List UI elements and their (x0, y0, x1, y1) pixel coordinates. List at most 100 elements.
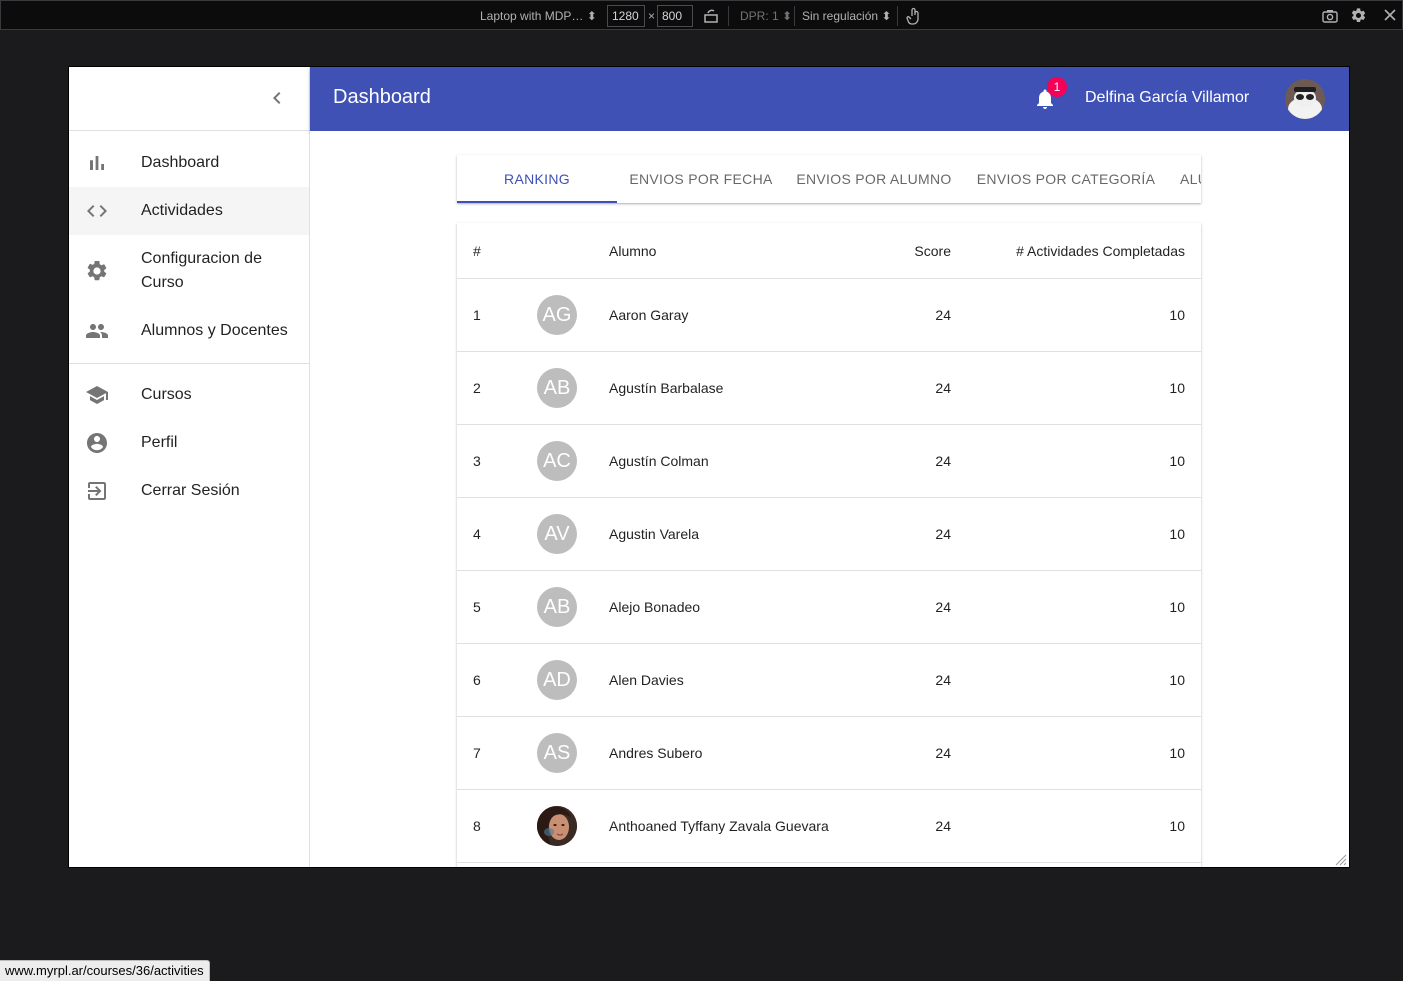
people-icon (85, 319, 109, 343)
table-row[interactable]: 5 AB Alejo Bonadeo 24 10 (457, 571, 1201, 644)
viewport-resize-handle[interactable] (1335, 853, 1347, 866)
rank-cell: 4 (473, 526, 481, 542)
close-icon[interactable] (1382, 7, 1398, 23)
sidebar-item-label: Cursos (141, 386, 192, 403)
table-row[interactable]: 8 Anthoaned Tyffany Zavala Guevara 24 10 (457, 790, 1201, 863)
score-cell: 24 (935, 818, 951, 834)
tab-envios-por-categoria[interactable]: ENVIOS POR CATEGORÍA (963, 155, 1169, 203)
rotate-icon[interactable] (704, 7, 718, 23)
tab-alumnos-truncated[interactable]: ALU (1180, 155, 1201, 203)
student-avatar: AB (537, 587, 577, 627)
sidebar-item-actividades[interactable]: Actividades (69, 187, 309, 235)
student-name-cell: Andres Subero (609, 745, 703, 761)
graduation-cap-icon (85, 383, 109, 407)
dimension-separator: × (648, 9, 656, 23)
code-icon (85, 199, 109, 223)
sidebar-item-label: Actividades (141, 202, 223, 219)
sidebar-secondary-nav: Cursos Perfil Cerrar Sesión (69, 364, 309, 515)
sidebar-item-perfil[interactable]: Perfil (69, 419, 309, 467)
viewport-height-input[interactable]: 800 (657, 5, 693, 27)
throttling-selector[interactable]: Sin regulación ⬍ (802, 8, 891, 24)
toolbar-divider (794, 6, 795, 26)
gear-icon (85, 259, 109, 283)
sidebar-header (69, 67, 309, 131)
user-avatar[interactable] (1285, 79, 1325, 119)
rank-cell: 8 (473, 818, 481, 834)
table-row[interactable]: 6 AD Alen Davies 24 10 (457, 644, 1201, 717)
activities-cell: 10 (1169, 380, 1185, 396)
table-row[interactable]: 7 AS Andres Subero 24 10 (457, 717, 1201, 790)
score-cell: 24 (935, 307, 951, 323)
column-header-actividades[interactable]: # Actividades Completadas (1016, 241, 1185, 261)
student-name-cell: Agustín Barbalase (609, 380, 724, 396)
table-row[interactable]: 1 AG Aaron Garay 24 10 (457, 279, 1201, 352)
logout-icon (85, 479, 109, 503)
student-avatar: AS (537, 733, 577, 773)
devtools-toolbar: Laptop with MDP… ⬍ 1280 × 800 DPR: 1 ⬍ S… (0, 0, 1403, 30)
student-avatar: AB (537, 368, 577, 408)
score-cell: 24 (935, 453, 951, 469)
score-cell: 24 (935, 745, 951, 761)
sidebar-drawer: Dashboard Actividades Configuracion de C… (69, 67, 310, 867)
rank-cell: 2 (473, 380, 481, 396)
screenshot-icon[interactable] (1322, 8, 1338, 24)
student-name-cell: Alen Davies (609, 672, 684, 688)
column-header-alumno[interactable]: Alumno (609, 241, 656, 261)
rank-cell: 6 (473, 672, 481, 688)
sidebar-item-configuracion[interactable]: Configuracion de Curso (69, 235, 309, 307)
account-circle-icon (85, 431, 109, 455)
status-bar-url: www.myrpl.ar/courses/36/activities (0, 960, 210, 981)
dpr-selector[interactable]: DPR: 1 ⬍ (740, 8, 792, 24)
sidebar-item-alumnos-docentes[interactable]: Alumnos y Docentes (69, 307, 309, 355)
tab-envios-por-fecha[interactable]: ENVIOS POR FECHA (617, 155, 785, 203)
student-avatar: AC (537, 441, 577, 481)
table-row[interactable]: 4 AV Agustin Varela 24 10 (457, 498, 1201, 571)
column-header-score[interactable]: Score (914, 241, 951, 261)
activities-cell: 10 (1169, 307, 1185, 323)
table-row[interactable]: 3 AC Agustín Colman 24 10 (457, 425, 1201, 498)
toolbar-divider (728, 6, 729, 26)
student-name-cell: Alejo Bonadeo (609, 599, 701, 615)
tab-ranking[interactable]: RANKING (457, 155, 617, 203)
device-selector[interactable]: Laptop with MDP… ⬍ (480, 8, 597, 24)
activities-cell: 10 (1169, 599, 1185, 615)
rank-cell: 1 (473, 307, 481, 323)
user-name[interactable]: Delfina García Villamor (1085, 88, 1249, 108)
student-name-cell: Aaron Garay (609, 307, 689, 323)
score-cell: 24 (935, 599, 951, 615)
settings-gear-icon[interactable] (1350, 7, 1367, 24)
report-tabs: RANKING ENVIOS POR FECHA ENVIOS POR ALUM… (457, 155, 1201, 203)
sidebar-item-dashboard[interactable]: Dashboard (69, 139, 309, 187)
throttling-label: Sin regulación (802, 9, 879, 23)
sidebar-item-label: Dashboard (141, 154, 220, 171)
column-header-rank[interactable]: # (473, 241, 481, 261)
ranking-table: # Alumno Score # Actividades Completadas… (457, 223, 1201, 867)
emulated-viewport: Dashboard Actividades Configuracion de C… (69, 67, 1349, 867)
viewport-width-input[interactable]: 1280 (607, 5, 645, 27)
notification-badge: 1 (1047, 77, 1067, 97)
activities-cell: 10 (1169, 526, 1185, 542)
chevron-left-icon[interactable] (265, 86, 289, 110)
bar-chart-icon (85, 151, 109, 175)
activities-cell: 10 (1169, 453, 1185, 469)
score-cell: 24 (935, 526, 951, 542)
touch-simulation-icon[interactable] (906, 7, 922, 25)
device-label: Laptop with MDP… (480, 9, 584, 23)
student-name-cell: Agustín Colman (609, 453, 709, 469)
table-row[interactable] (457, 863, 1201, 867)
rank-cell: 7 (473, 745, 481, 761)
sidebar-item-label: Perfil (141, 434, 178, 451)
table-row[interactable]: 2 AB Agustín Barbalase 24 10 (457, 352, 1201, 425)
tab-envios-por-alumno[interactable]: ENVIOS POR ALUMNO (785, 155, 963, 203)
sidebar-item-cerrar-sesion[interactable]: Cerrar Sesión (69, 467, 309, 515)
student-avatar: AG (537, 295, 577, 335)
main-content: RANKING ENVIOS POR FECHA ENVIOS POR ALUM… (310, 131, 1349, 867)
rank-cell: 3 (473, 453, 481, 469)
sidebar-item-cursos[interactable]: Cursos (69, 371, 309, 419)
student-avatar: AD (537, 660, 577, 700)
sidebar-item-label: Alumnos y Docentes (141, 322, 288, 339)
sidebar-item-label: Cerrar Sesión (141, 482, 240, 499)
activities-cell: 10 (1169, 745, 1185, 761)
rank-cell: 5 (473, 599, 481, 615)
student-photo-avatar (537, 806, 577, 846)
